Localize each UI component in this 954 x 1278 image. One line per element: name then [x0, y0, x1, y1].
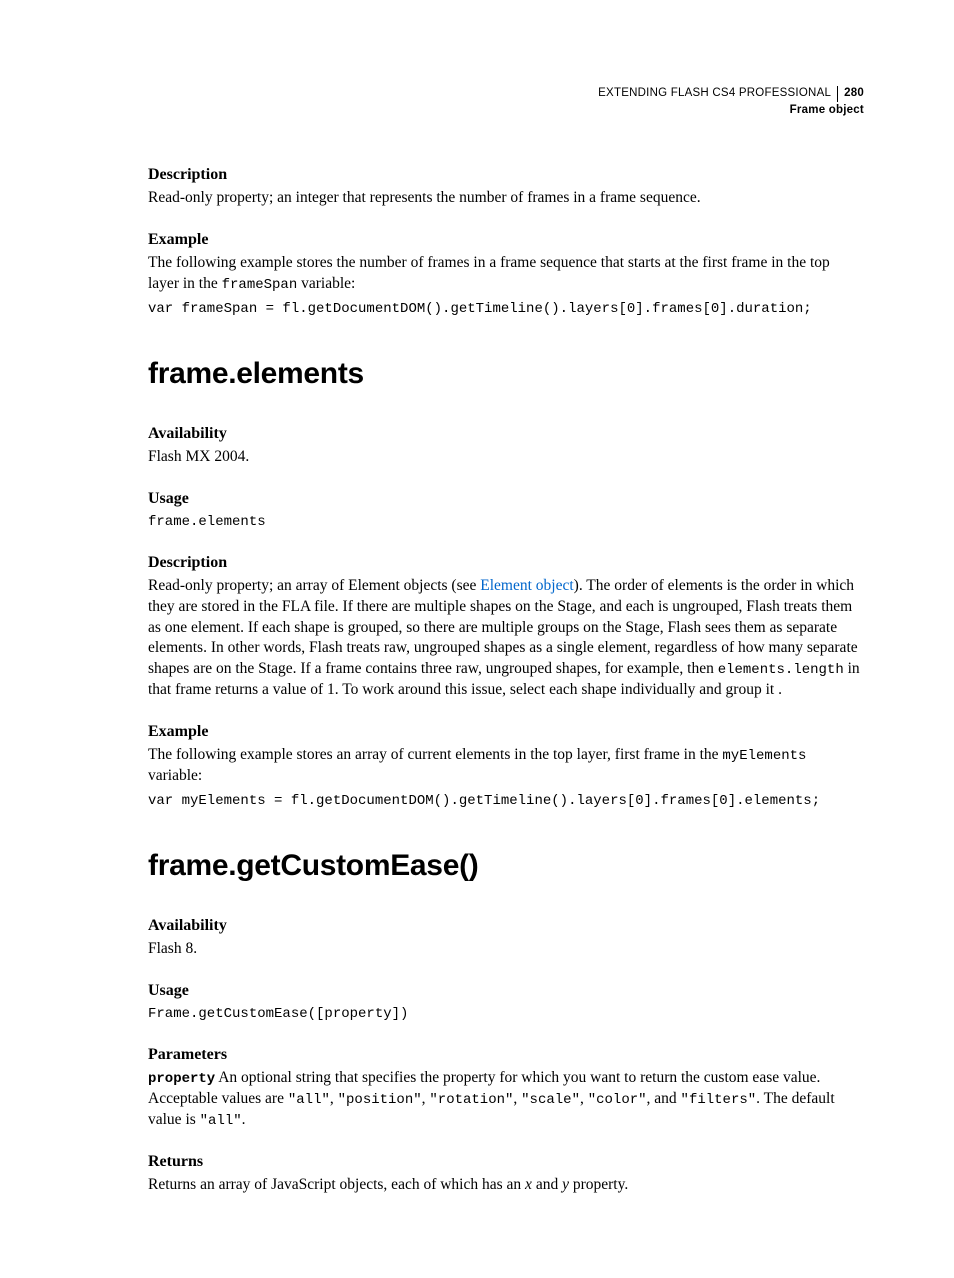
availability-text: Flash 8.	[148, 939, 864, 960]
desc-code: elements.length	[718, 662, 844, 678]
example-text: The following example stores the number …	[148, 253, 864, 295]
param-val-filters: "filters"	[681, 1092, 757, 1108]
param-val-color: "color"	[588, 1092, 647, 1108]
returns-x: x	[525, 1176, 532, 1193]
param-name: property	[148, 1071, 215, 1087]
example-var: frameSpan	[222, 277, 298, 293]
description-heading: Description	[148, 166, 864, 184]
returns-heading: Returns	[148, 1153, 864, 1171]
running-header: EXTENDING FLASH CS4 PROFESSIONAL280 Fram…	[148, 86, 864, 118]
returns-y: y	[562, 1176, 569, 1193]
example-text-post: variable:	[297, 275, 355, 292]
description-text: Read-only property; an array of Element …	[148, 576, 864, 702]
example-text-pre: The following example stores an array of…	[148, 746, 722, 763]
returns-mid: and	[532, 1176, 562, 1193]
availability-text: Flash MX 2004.	[148, 447, 864, 468]
example-heading: Example	[148, 231, 864, 249]
example-text-post: variable:	[148, 767, 202, 784]
element-object-link[interactable]: Element object	[480, 577, 573, 594]
doc-title: EXTENDING FLASH CS4 PROFESSIONAL	[598, 86, 838, 102]
param-default: "all"	[200, 1113, 242, 1129]
usage-code: Frame.getCustomEase([property])	[148, 1006, 864, 1022]
returns-pre: Returns an array of JavaScript objects, …	[148, 1176, 525, 1193]
param-val-rotation: "rotation"	[429, 1092, 513, 1108]
page-content: EXTENDING FLASH CS4 PROFESSIONAL280 Fram…	[0, 0, 954, 1278]
desc-pre: Read-only property; an array of Element …	[148, 577, 480, 594]
parameters-heading: Parameters	[148, 1046, 864, 1064]
availability-heading: Availability	[148, 425, 864, 443]
param-val-position: "position"	[338, 1092, 422, 1108]
usage-code: frame.elements	[148, 514, 864, 530]
param-val-scale: "scale"	[521, 1092, 580, 1108]
parameters-text: property An optional string that specifi…	[148, 1068, 864, 1131]
description-text: Read-only property; an integer that repr…	[148, 188, 864, 209]
description-heading: Description	[148, 554, 864, 572]
availability-heading: Availability	[148, 917, 864, 935]
returns-post: property.	[569, 1176, 628, 1193]
returns-text: Returns an array of JavaScript objects, …	[148, 1175, 864, 1196]
example-var: myElements	[722, 748, 806, 764]
section-title-getcustomease: frame.getCustomEase()	[148, 849, 864, 883]
usage-heading: Usage	[148, 982, 864, 1000]
usage-heading: Usage	[148, 490, 864, 508]
section-title-elements: frame.elements	[148, 357, 864, 391]
code-block: var frameSpan = fl.getDocumentDOM().getT…	[148, 301, 864, 317]
code-block: var myElements = fl.getDocumentDOM().get…	[148, 793, 864, 809]
header-section: Frame object	[148, 103, 864, 119]
page-number: 280	[838, 87, 864, 99]
example-heading: Example	[148, 723, 864, 741]
example-text: The following example stores an array of…	[148, 745, 864, 787]
param-val-all: "all"	[288, 1092, 330, 1108]
